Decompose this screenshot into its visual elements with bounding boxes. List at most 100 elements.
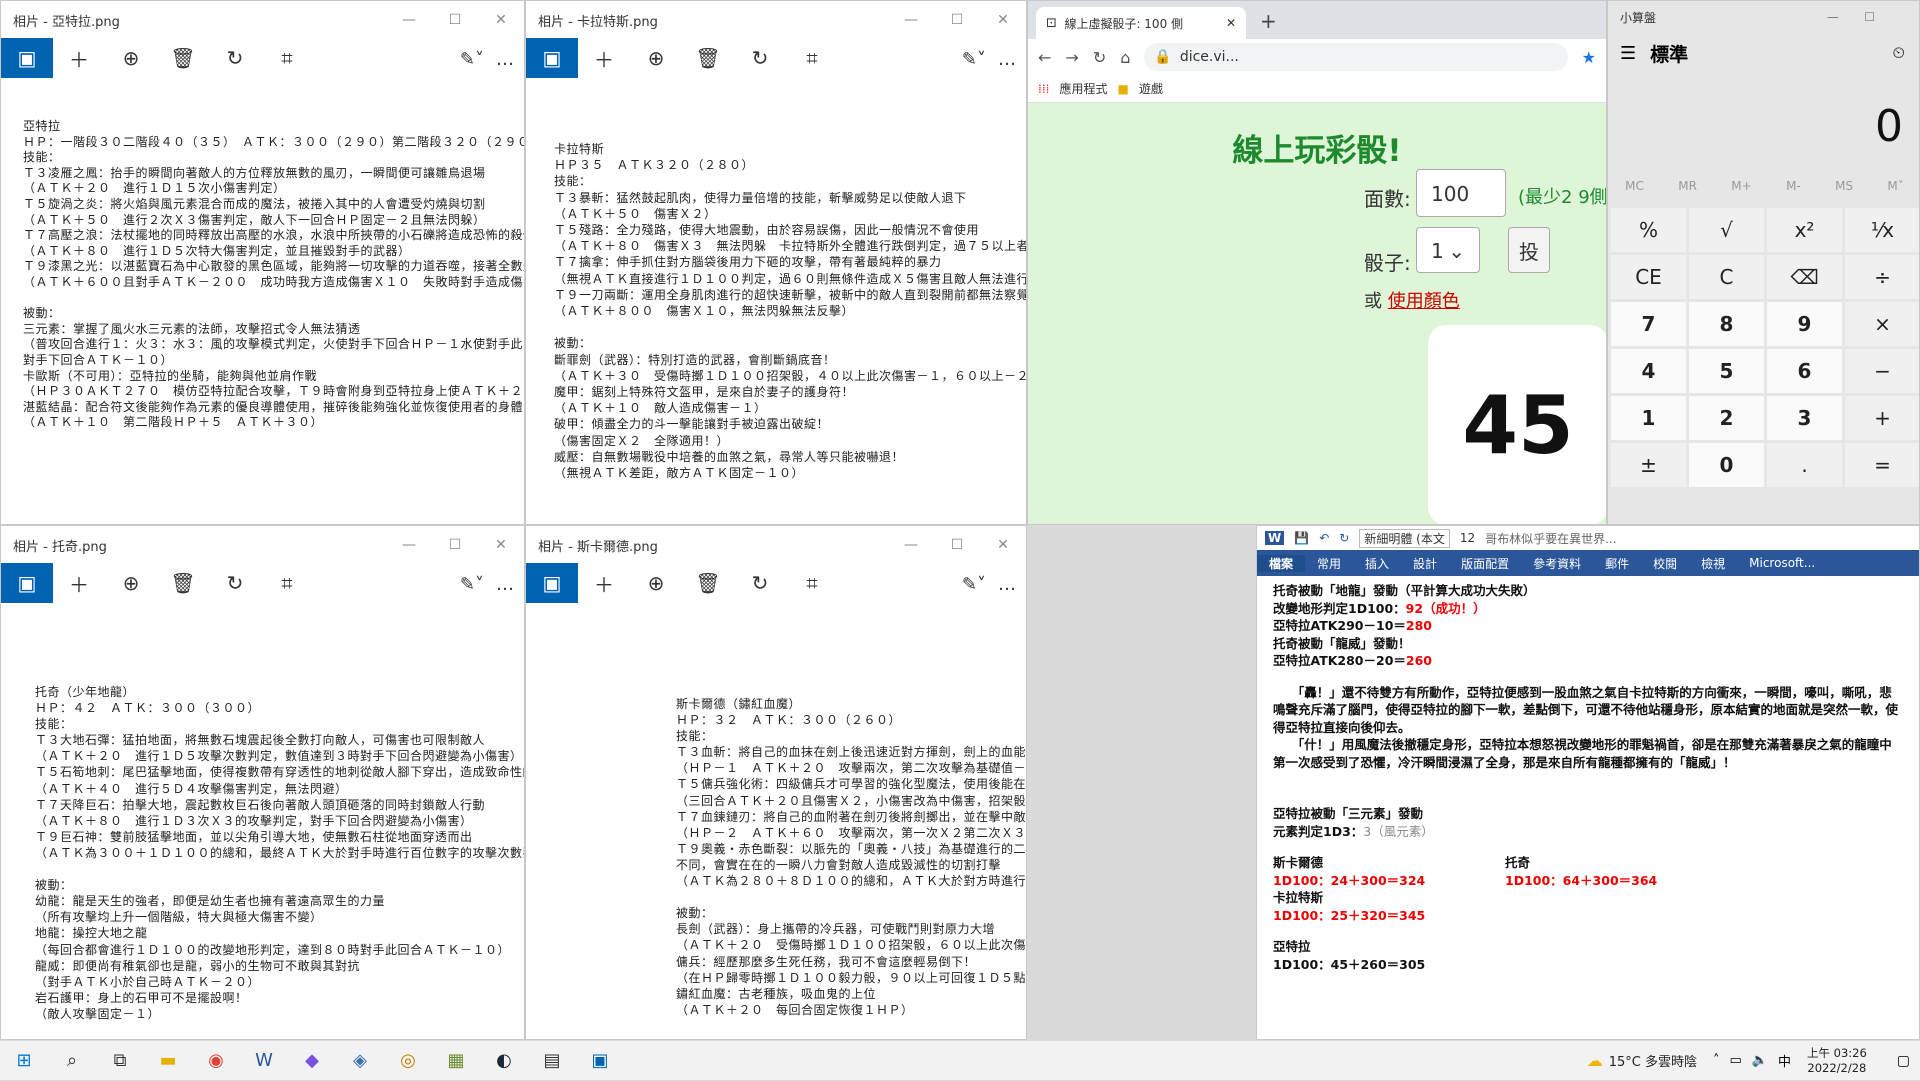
minecraft-icon[interactable]: ▦ [432,1041,480,1081]
calculator-icon[interactable]: ▤ [528,1041,576,1081]
ribbon-tab[interactable]: 檢視 [1689,555,1737,572]
font-name-box[interactable]: 新細明體 (本文 [1359,528,1450,548]
zoom-icon[interactable]: ⊕ [105,563,157,603]
calc-key[interactable]: ⌫ [1767,255,1842,299]
chrome-beta-icon[interactable]: ◎ [384,1041,432,1081]
maximize-icon[interactable]: ☐ [1864,10,1875,24]
clock[interactable]: 上午 03:26 2022/2/28 [1807,1046,1867,1076]
notification-icon[interactable]: ▢ [1897,1053,1910,1069]
undo-icon[interactable]: ↶ [1319,531,1329,545]
calc-key[interactable]: . [1767,443,1842,487]
calc-key[interactable]: 5 [1689,349,1764,393]
rotate-icon[interactable]: ↻ [209,563,261,603]
calc-key[interactable]: 0 [1689,443,1764,487]
ribbon-tab[interactable]: 常用 [1305,555,1353,572]
add-icon[interactable]: ＋ [53,563,105,603]
calc-key[interactable]: 7 [1611,302,1686,346]
apps-icon[interactable]: ⁞⁞⁞ [1038,82,1049,96]
close-tab-icon[interactable]: ✕ [1226,16,1236,30]
hamburger-icon[interactable]: ☰ [1620,43,1636,64]
search-icon[interactable]: ⌕ [48,1041,96,1081]
file-explorer-icon[interactable]: ▬ [144,1041,192,1081]
save-icon[interactable]: 💾 [1294,531,1309,545]
chrome-icon[interactable]: ◉ [192,1041,240,1081]
close-icon[interactable]: ✕ [478,526,524,564]
zoom-icon[interactable]: ⊕ [630,38,682,78]
calc-key[interactable]: 2 [1689,396,1764,440]
maximize-icon[interactable]: ☐ [934,526,980,564]
ribbon-tab[interactable]: 插入 [1353,555,1401,572]
weather-text[interactable]: 15°C 多雲時陰 [1609,1051,1697,1070]
close-icon[interactable]: ✕ [980,1,1026,39]
start-icon[interactable]: ⊞ [0,1041,48,1081]
close-icon[interactable]: ✕ [980,526,1026,564]
crop-icon[interactable]: ⌗ [261,563,313,603]
edit-icon[interactable]: ✎˅ [962,49,986,70]
home-icon[interactable]: ⌂ [1120,48,1130,67]
add-icon[interactable]: ＋ [578,563,630,603]
rotate-icon[interactable]: ↻ [734,563,786,603]
back-icon[interactable]: ← [1038,48,1051,67]
tab-dice[interactable]: ⚀ 線上虛擬骰子: 100 側 ✕ [1036,7,1246,39]
calc-key[interactable]: 9 [1767,302,1842,346]
more-icon[interactable]: … [496,49,514,70]
add-icon[interactable]: ＋ [53,38,105,78]
crop-icon[interactable]: ⌗ [786,38,838,78]
memory-button[interactable]: MC [1625,179,1644,193]
crop-icon[interactable]: ⌗ [786,563,838,603]
memory-button[interactable]: MS [1835,179,1853,193]
calc-key[interactable]: = [1845,443,1919,487]
task-view-icon[interactable]: ⧉ [96,1041,144,1081]
reload-icon[interactable]: ↻ [1093,48,1106,67]
maximize-icon[interactable]: ☐ [432,1,478,39]
zoom-icon[interactable]: ⊕ [630,563,682,603]
roll-button[interactable]: 投 [1508,227,1550,273]
memory-button[interactable]: M- [1786,179,1801,193]
rotate-icon[interactable]: ↻ [209,38,261,78]
network-icon[interactable]: ▭ [1729,1053,1741,1068]
photos-icon[interactable]: ▣ [576,1041,624,1081]
new-tab-icon[interactable]: + [1260,9,1277,33]
photo-view-icon[interactable]: ▣ [526,563,578,603]
forward-icon[interactable]: → [1065,48,1078,67]
calc-key[interactable]: ± [1611,443,1686,487]
edit-icon[interactable]: ✎˅ [962,574,986,595]
delete-icon[interactable]: 🗑 [682,38,734,78]
dice-select[interactable]: 1 ⌄ [1416,227,1480,273]
minimize-icon[interactable]: — [386,1,432,39]
calc-key[interactable]: C [1689,255,1764,299]
use-color-link[interactable]: 使用顏色 [1388,291,1460,312]
redo-icon[interactable]: ↻ [1339,531,1349,545]
more-icon[interactable]: … [496,574,514,595]
weather-icon[interactable]: ☁ [1587,1051,1603,1070]
calc-key[interactable]: 1 [1611,396,1686,440]
calc-key[interactable]: ¹⁄x [1845,208,1919,252]
photo-view-icon[interactable]: ▣ [1,563,53,603]
delete-icon[interactable]: 🗑 [157,38,209,78]
rotate-icon[interactable]: ↻ [734,38,786,78]
calc-key[interactable]: ÷ [1845,255,1919,299]
bookmark-games[interactable]: 遊戲 [1139,80,1163,97]
add-icon[interactable]: ＋ [578,38,630,78]
ribbon-tab[interactable]: 檔案 [1257,554,1306,572]
calc-key[interactable]: 8 [1689,302,1764,346]
calc-key[interactable]: − [1845,349,1919,393]
history-icon[interactable]: ⏲ [1893,43,1905,63]
word-icon[interactable]: W [240,1041,288,1081]
calc-key[interactable]: % [1611,208,1686,252]
delete-icon[interactable]: 🗑 [157,563,209,603]
calc-key[interactable]: 6 [1767,349,1842,393]
bookmark-apps[interactable]: 應用程式 [1059,80,1107,97]
maximize-icon[interactable]: ☐ [432,526,478,564]
edit-icon[interactable]: ✎˅ [460,49,484,70]
ribbon-tab[interactable]: 校閱 [1641,555,1689,572]
calc-key[interactable]: 3 [1767,396,1842,440]
app-icon[interactable]: ◈ [336,1041,384,1081]
calc-key[interactable]: × [1845,302,1919,346]
faces-input[interactable]: 100 [1416,169,1506,217]
calc-key[interactable]: + [1845,396,1919,440]
crop-icon[interactable]: ⌗ [261,38,313,78]
calc-key[interactable]: 4 [1611,349,1686,393]
font-size-box[interactable]: 12 [1460,531,1475,545]
close-icon[interactable]: ✕ [478,1,524,39]
